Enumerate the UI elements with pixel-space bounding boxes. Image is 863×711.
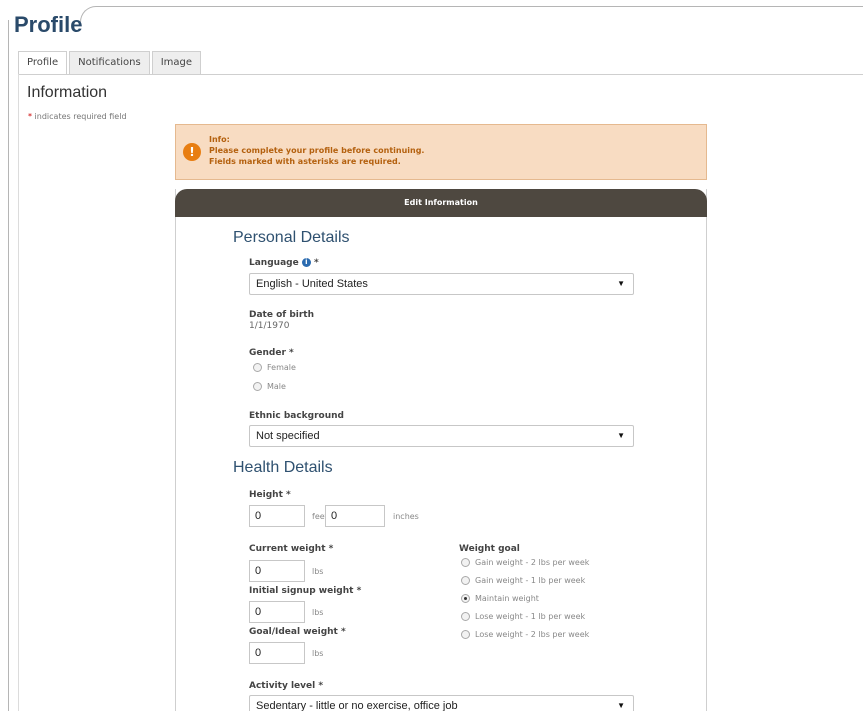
goal-weight-input[interactable]: 0 bbox=[249, 642, 305, 664]
inches-unit: inches bbox=[393, 512, 419, 521]
ethnic-select[interactable]: Not specified ▼ bbox=[249, 425, 634, 447]
weight-goal-option[interactable]: Lose weight - 2 lbs per week bbox=[461, 630, 589, 639]
ethnic-label: Ethnic background bbox=[249, 411, 344, 421]
weight-goal-option-label: Lose weight - 1 lb per week bbox=[475, 612, 586, 621]
required-note-text: indicates required field bbox=[32, 112, 127, 121]
window-frame-corner bbox=[80, 6, 102, 22]
height-label: Height * bbox=[249, 490, 291, 500]
radio-gain-1[interactable] bbox=[461, 576, 470, 585]
current-weight-input[interactable]: 0 bbox=[249, 560, 305, 582]
page-title: Profile bbox=[14, 12, 83, 37]
weight-goal-option[interactable]: Gain weight - 2 lbs per week bbox=[461, 558, 589, 567]
initial-weight-unit: lbs bbox=[312, 608, 324, 617]
radio-lose-2[interactable] bbox=[461, 630, 470, 639]
current-weight-label: Current weight * bbox=[249, 544, 334, 554]
activity-level-value: Sedentary - little or no exercise, offic… bbox=[256, 700, 458, 711]
dropdown-arrow-icon: ▼ bbox=[617, 701, 625, 710]
dob-value: 1/1/1970 bbox=[249, 321, 290, 331]
tab-notifications[interactable]: Notifications bbox=[69, 51, 150, 75]
goal-weight-unit: lbs bbox=[312, 649, 324, 658]
language-select[interactable]: English - United States ▼ bbox=[249, 273, 634, 295]
gender-option-female[interactable]: Female bbox=[253, 363, 296, 372]
radio-lose-1[interactable] bbox=[461, 612, 470, 621]
height-feet-input[interactable]: 0 bbox=[249, 505, 305, 527]
weight-goal-option[interactable]: Gain weight - 1 lb per week bbox=[461, 576, 585, 585]
tab-profile[interactable]: Profile bbox=[18, 51, 68, 75]
info-message: Info: Please complete your profile befor… bbox=[209, 134, 424, 167]
language-label-text: Language bbox=[249, 258, 299, 268]
panel-header: Edit Information bbox=[175, 189, 707, 217]
dropdown-arrow-icon: ▼ bbox=[617, 279, 625, 288]
radio-female[interactable] bbox=[253, 363, 262, 372]
language-label: Language i * bbox=[249, 258, 319, 268]
weight-goal-option-label: Lose weight - 2 lbs per week bbox=[475, 630, 590, 639]
language-required-star: * bbox=[313, 258, 319, 268]
info-heading: Info: bbox=[209, 135, 230, 144]
weight-goal-option-label: Gain weight - 2 lbs per week bbox=[475, 558, 590, 567]
tab-bar: Profile Notifications Image bbox=[18, 51, 203, 75]
info-line-1: Please complete your profile before cont… bbox=[209, 146, 425, 155]
edit-information-panel: Edit Information Personal Details Langua… bbox=[175, 189, 707, 711]
info-icon[interactable]: i bbox=[301, 258, 311, 267]
weight-goal-label: Weight goal bbox=[459, 544, 520, 554]
radio-gain-2[interactable] bbox=[461, 558, 470, 567]
dob-label: Date of birth bbox=[249, 310, 314, 320]
weight-goal-option-label: Maintain weight bbox=[475, 594, 539, 603]
current-weight-unit: lbs bbox=[312, 567, 324, 576]
content-border bbox=[18, 74, 19, 711]
tab-image[interactable]: Image bbox=[151, 51, 202, 75]
ethnic-select-value: Not specified bbox=[256, 430, 320, 442]
window-frame-left bbox=[8, 20, 9, 711]
tabs-divider bbox=[18, 74, 863, 75]
gender-female-label: Female bbox=[267, 363, 296, 372]
exclamation-icon: ! bbox=[183, 143, 201, 161]
gender-label: Gender * bbox=[249, 348, 294, 358]
weight-goal-option[interactable]: Maintain weight bbox=[461, 594, 539, 603]
activity-level-label: Activity level * bbox=[249, 681, 324, 691]
health-details-title: Health Details bbox=[233, 459, 333, 476]
weight-goal-option-label: Gain weight - 1 lb per week bbox=[475, 576, 586, 585]
gender-male-label: Male bbox=[267, 382, 286, 391]
info-alert: ! Info: Please complete your profile bef… bbox=[175, 124, 707, 180]
height-inches-input[interactable]: 0 bbox=[325, 505, 385, 527]
initial-weight-label: Initial signup weight * bbox=[249, 586, 362, 596]
language-select-value: English - United States bbox=[256, 278, 368, 290]
dropdown-arrow-icon: ▼ bbox=[617, 431, 625, 440]
initial-weight-input[interactable]: 0 bbox=[249, 601, 305, 623]
gender-option-male[interactable]: Male bbox=[253, 382, 286, 391]
weight-goal-option[interactable]: Lose weight - 1 lb per week bbox=[461, 612, 585, 621]
info-line-2: Fields marked with asterisks are require… bbox=[209, 157, 401, 166]
section-title: Information bbox=[27, 84, 108, 101]
required-field-note: * indicates required field bbox=[28, 112, 127, 121]
goal-weight-label: Goal/Ideal weight * bbox=[249, 627, 346, 637]
activity-level-select[interactable]: Sedentary - little or no exercise, offic… bbox=[249, 695, 634, 711]
window-frame-top bbox=[100, 6, 863, 7]
radio-maintain[interactable] bbox=[461, 594, 470, 603]
radio-male[interactable] bbox=[253, 382, 262, 391]
personal-details-title: Personal Details bbox=[233, 229, 350, 246]
